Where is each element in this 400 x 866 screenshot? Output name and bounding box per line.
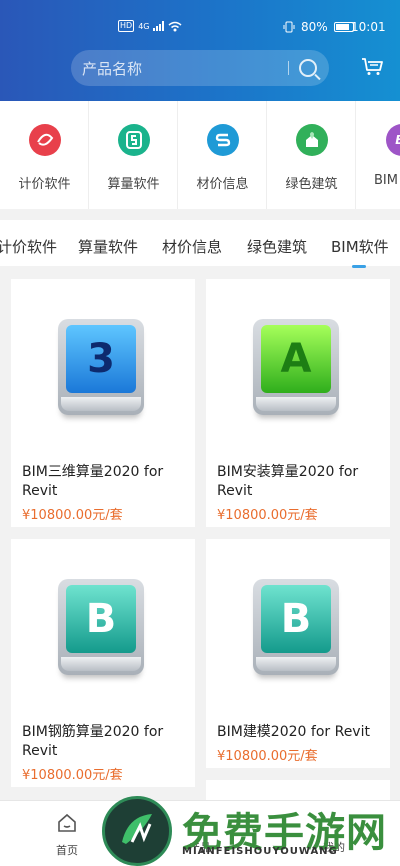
tab-bim[interactable]: BIM软件 — [331, 236, 389, 268]
product-image: B — [11, 539, 195, 719]
category-item-pricing[interactable]: 计价软件 — [0, 101, 89, 209]
home-icon — [58, 813, 76, 832]
network-type: 4G — [138, 21, 150, 31]
watermark-logo — [102, 796, 172, 866]
product-price: ¥10800.00元/套 — [217, 749, 318, 764]
pricing-software-icon — [29, 124, 61, 156]
product-name: BIM建模2020 for Revit — [217, 724, 370, 740]
category-item-green-building[interactable]: 绿色建筑 — [267, 101, 356, 209]
product-price: ¥10800.00元/套 — [22, 768, 123, 783]
category-label: 计价软件 — [18, 177, 71, 192]
product-card[interactable]: A BIM安装算量2020 for Revit ¥10800.00元/套 — [206, 279, 390, 527]
product-card[interactable]: B BIM钢筋算量2020 for Revit ¥10800.00元/套 — [11, 539, 195, 787]
clock: 10:01 — [351, 20, 386, 34]
status-bar: HD 4G 80% 10:01 — [0, 14, 400, 44]
vibrate-icon — [283, 21, 295, 33]
product-image: 3 — [11, 279, 195, 459]
category-item-quantity[interactable]: 算量软件 — [89, 101, 178, 209]
product-card[interactable]: B BIM建模2020 for Revit ¥10800.00元/套 — [206, 539, 390, 768]
category-label: 材价信息 — [196, 177, 249, 192]
tab-material-price[interactable]: 材价信息 — [162, 236, 222, 257]
product-price: ¥10800.00元/套 — [22, 508, 123, 523]
product-card[interactable]: 3 BIM三维算量2020 for Revit ¥10800.00元/套 — [11, 279, 195, 527]
search-divider — [288, 61, 289, 75]
hd-badge: HD — [118, 20, 135, 32]
wifi-icon — [169, 21, 182, 31]
product-image: A — [206, 279, 390, 459]
bim-modeling-app-icon: B — [253, 579, 339, 675]
search-icon[interactable] — [299, 59, 317, 77]
cart-icon[interactable] — [361, 58, 383, 76]
category-label: 绿色建筑 — [285, 177, 338, 192]
category-label: 算量软件 — [107, 177, 160, 192]
category-label: BIM — [374, 173, 398, 188]
bim-rebar-app-icon: B — [58, 579, 144, 675]
search-bar[interactable]: 产品名称 — [71, 50, 329, 86]
search-input[interactable]: 产品名称 — [82, 58, 288, 79]
quantity-software-icon — [118, 124, 150, 156]
category-row: 计价软件 算量软件 材价信息 绿色建筑 BI BIM — [0, 101, 400, 209]
material-price-icon — [207, 124, 239, 156]
watermark: 免费手游网 MIANFEISHOUYOUWANG — [102, 796, 400, 866]
tab-green-building[interactable]: 绿色建筑 — [247, 236, 307, 257]
app-header: HD 4G 80% 10:01 产品名称 — [0, 0, 400, 101]
nav-home[interactable]: 首页 — [37, 813, 97, 858]
bim-install-app-icon: A — [253, 319, 339, 415]
product-name: BIM三维算量2020 for Revit — [22, 464, 164, 499]
category-item-bim[interactable]: BI BIM — [356, 101, 400, 209]
product-name: BIM安装算量2020 for Revit — [217, 464, 359, 499]
product-name: BIM钢筋算量2020 for Revit — [22, 724, 164, 759]
green-building-icon — [296, 124, 328, 156]
category-tabs: 计价软件 算量软件 材价信息 绿色建筑 BIM软件 — [0, 220, 400, 268]
tab-pricing[interactable]: 计价软件 — [0, 236, 57, 257]
nav-label: 首页 — [56, 844, 78, 857]
bim-icon: BI — [386, 124, 400, 156]
product-price: ¥10800.00元/套 — [217, 508, 318, 523]
product-image: B — [206, 539, 390, 719]
tab-quantity[interactable]: 算量软件 — [78, 236, 138, 257]
category-item-material-price[interactable]: 材价信息 — [178, 101, 267, 209]
watermark-subtitle: MIANFEISHOUYOUWANG — [182, 846, 338, 857]
signal-icon — [153, 21, 165, 31]
bim-3d-app-icon: 3 — [58, 319, 144, 415]
battery-percent: 80% — [301, 20, 328, 34]
